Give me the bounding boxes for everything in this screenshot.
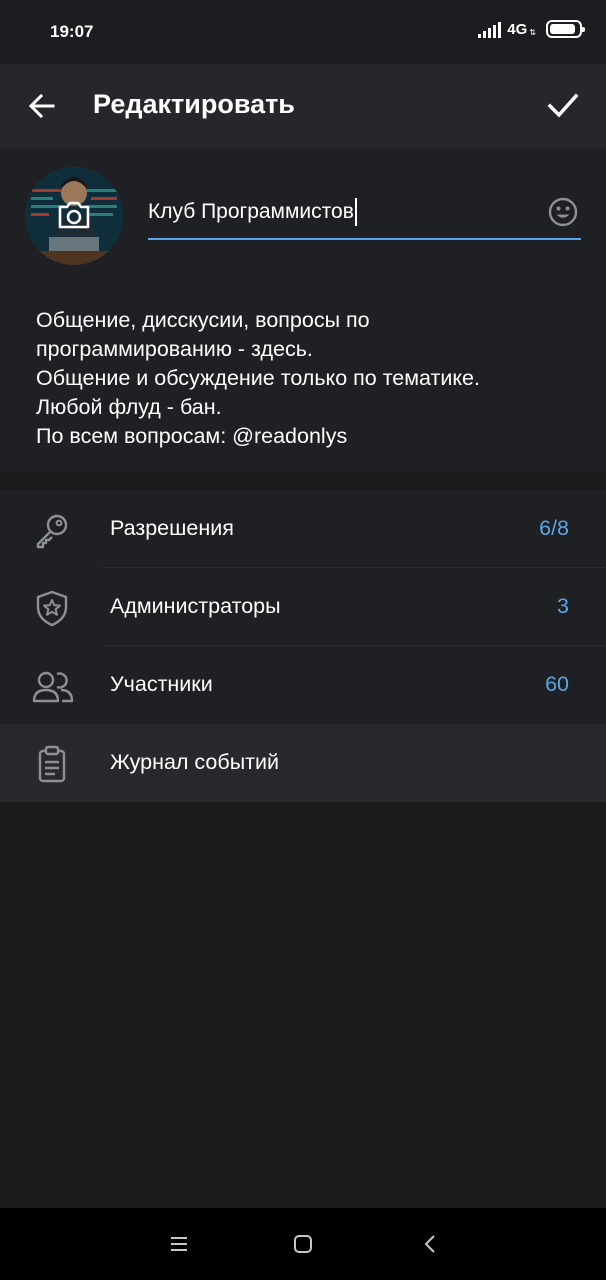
- menu-item-members[interactable]: Участники 60: [0, 646, 606, 724]
- chevron-left-icon: [424, 1235, 435, 1253]
- home-button[interactable]: [291, 1232, 315, 1256]
- menu-item-count: 60: [545, 672, 569, 696]
- recent-apps-button[interactable]: [167, 1232, 191, 1256]
- checkmark-icon: [547, 93, 579, 118]
- key-icon: [36, 514, 68, 549]
- menu-item-label: Администраторы: [110, 594, 281, 618]
- square-icon: [294, 1235, 312, 1253]
- menu-item-count: 3: [557, 594, 569, 618]
- signal-icon: [478, 20, 502, 38]
- menu-item-event-log[interactable]: Журнал событий: [0, 724, 606, 802]
- arrow-left-icon: [28, 93, 55, 119]
- menu-item-label: Журнал событий: [110, 750, 280, 774]
- group-info-section: Общение, дисскусии, вопросы по программи…: [0, 148, 606, 472]
- camera-icon: [58, 201, 90, 229]
- status-time: 19:07: [50, 22, 94, 41]
- clipboard-icon: [38, 745, 66, 783]
- page-title: Редактировать: [93, 89, 295, 119]
- shield-star-icon: [36, 590, 68, 627]
- emoji-button[interactable]: [547, 196, 579, 228]
- back-button[interactable]: [26, 90, 58, 122]
- users-icon: [32, 671, 74, 703]
- save-button[interactable]: [546, 88, 580, 122]
- group-name-field[interactable]: [148, 188, 581, 240]
- settings-menu: Разрешения 6/8 Администраторы 3 Участник…: [0, 490, 606, 802]
- battery-level: [550, 24, 575, 34]
- menu-item-label: Участники: [110, 672, 213, 696]
- network-type: 4G: [507, 20, 528, 38]
- status-icons: 4G ⇅: [478, 20, 585, 38]
- group-name-input[interactable]: [148, 200, 528, 224]
- network-activity-icon: ⇅: [529, 27, 536, 37]
- menu-item-label: Разрешения: [110, 516, 234, 540]
- group-description[interactable]: Общение, дисскусии, вопросы по программи…: [36, 306, 576, 451]
- menu-lines-icon: [171, 1237, 187, 1251]
- menu-item-permissions[interactable]: Разрешения 6/8: [0, 490, 606, 568]
- battery-icon: [546, 20, 585, 38]
- back-nav-button[interactable]: [419, 1232, 443, 1256]
- app-bar: Редактировать: [0, 64, 606, 148]
- menu-item-administrators[interactable]: Администраторы 3: [0, 568, 606, 646]
- system-navigation-bar: [0, 1208, 606, 1280]
- menu-item-count: 6/8: [539, 516, 569, 540]
- text-cursor: [355, 198, 357, 226]
- status-bar: 19:07 4G ⇅: [0, 0, 606, 64]
- group-avatar[interactable]: [25, 167, 123, 265]
- smiley-icon: [548, 197, 578, 227]
